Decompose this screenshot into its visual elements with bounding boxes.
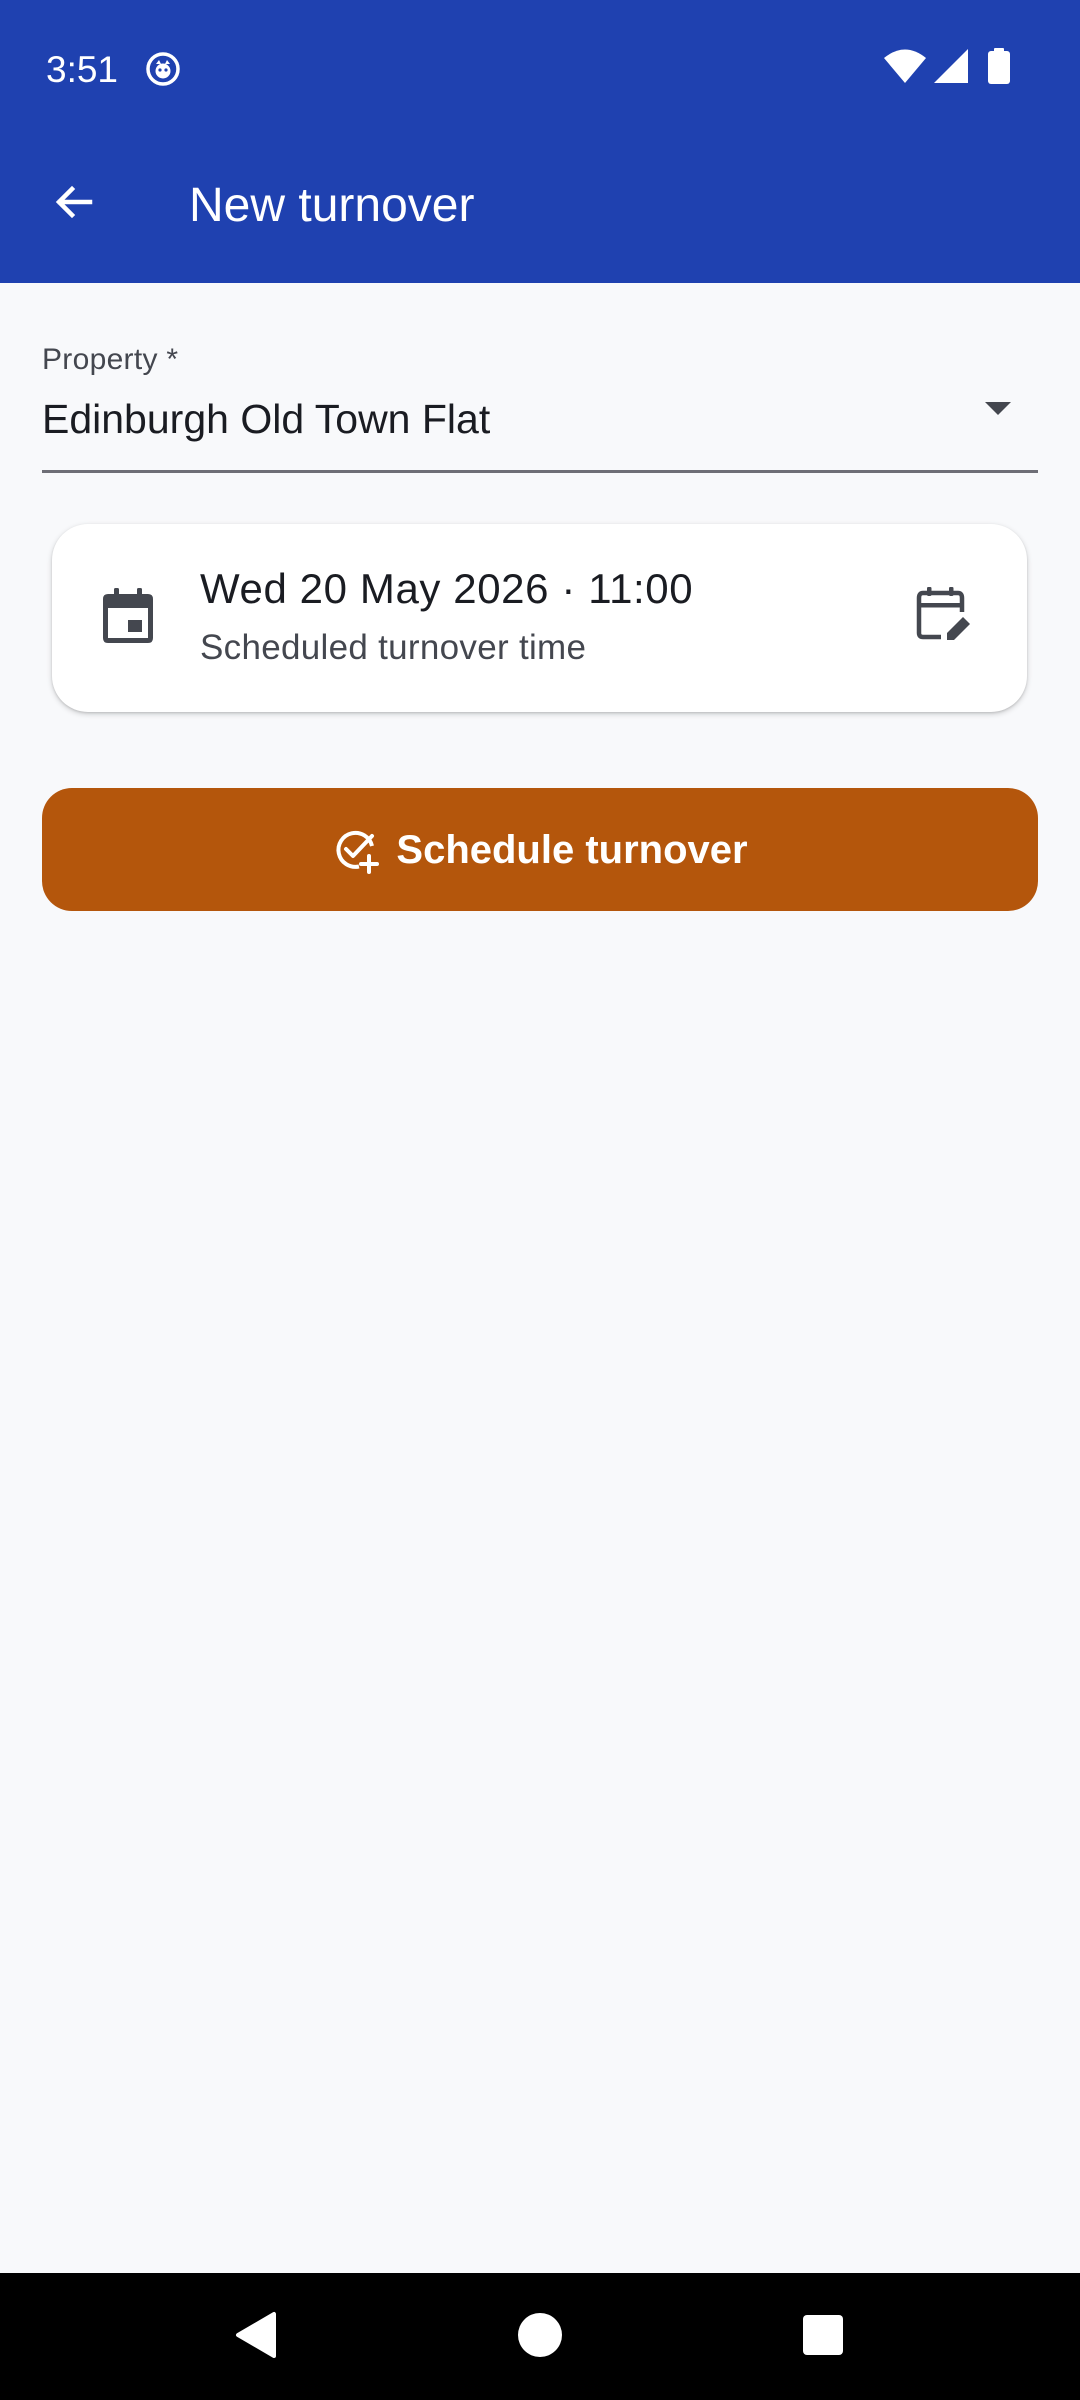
- battery-icon: [988, 48, 1010, 89]
- nav-recents-button[interactable]: [793, 2307, 853, 2367]
- arrow-back-icon: [50, 178, 98, 231]
- page-title: New turnover: [189, 179, 475, 232]
- top-header: 3:51 New turnover: [0, 0, 1080, 283]
- scheduled-time-card[interactable]: Wed 20 May 2026 · 11:00 Scheduled turnov…: [52, 524, 1027, 712]
- system-nav-bar: [0, 2273, 1080, 2400]
- status-bar: 3:51: [0, 0, 1080, 136]
- status-time: 3:51: [46, 49, 119, 90]
- schedule-turnover-button[interactable]: Schedule turnover: [42, 788, 1038, 911]
- status-icons: [884, 48, 1010, 89]
- check-circle-add-icon: [332, 826, 380, 874]
- nav-recents-icon: [801, 2313, 845, 2362]
- app-bar: New turnover: [0, 136, 1080, 283]
- nav-home-button[interactable]: [510, 2307, 570, 2367]
- property-dropdown[interactable]: Property * Edinburgh Old Town Flat: [42, 338, 1038, 473]
- dropdown-caret-icon: [978, 388, 1018, 428]
- property-label: Property *: [42, 343, 179, 376]
- scheduled-time-subtitle: Scheduled turnover time: [200, 628, 587, 667]
- back-button[interactable]: [38, 168, 110, 240]
- scheduled-datetime: Wed 20 May 2026 · 11:00: [200, 565, 694, 612]
- nav-back-button[interactable]: [226, 2307, 286, 2367]
- edit-date-button[interactable]: [907, 580, 979, 652]
- schedule-turnover-label: Schedule turnover: [396, 827, 748, 872]
- notification-icon: [144, 50, 182, 88]
- cellular-signal-icon: [934, 49, 968, 88]
- nav-home-icon: [516, 2311, 564, 2364]
- property-value: Edinburgh Old Town Flat: [42, 396, 491, 442]
- screen: 3:51 New turnover Property * Edinburgh O…: [0, 0, 1080, 2400]
- edit-calendar-icon: [913, 584, 973, 649]
- wifi-icon: [884, 49, 926, 88]
- calendar-icon: [96, 584, 160, 648]
- nav-back-icon: [232, 2310, 280, 2365]
